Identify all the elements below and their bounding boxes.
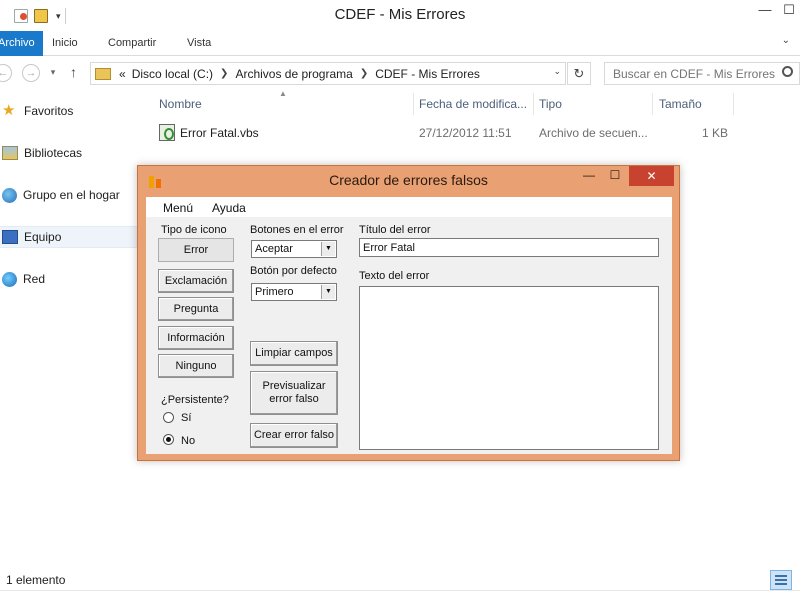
tab-share[interactable]: Compartir: [108, 31, 156, 56]
maximize-button[interactable]: ☐: [776, 0, 800, 22]
dialog-menu-bar: Menú Ayuda: [146, 197, 672, 217]
column-divider[interactable]: [413, 93, 414, 115]
persistent-no-label[interactable]: No: [181, 435, 195, 447]
details-view-icon[interactable]: [770, 570, 792, 590]
preview-line-2: error falso: [269, 393, 319, 405]
error-title-input[interactable]: [359, 238, 659, 257]
sort-ascending-icon: ▲: [279, 89, 287, 98]
folder-icon: [95, 67, 111, 80]
icon-error-button[interactable]: Error: [158, 238, 234, 262]
breadcrumb-disk[interactable]: Disco local (C:): [132, 67, 213, 81]
chevron-right-icon[interactable]: ❯: [360, 68, 368, 79]
search-input[interactable]: [604, 62, 800, 85]
icon-exclamation-button[interactable]: Exclamación: [158, 269, 234, 293]
back-icon[interactable]: ←: [0, 64, 12, 82]
file-date: 27/12/2012 11:51: [419, 126, 512, 140]
error-text-textarea[interactable]: [359, 286, 659, 450]
icon-question-button[interactable]: Pregunta: [158, 297, 234, 321]
persistent-yes-label[interactable]: Sí: [181, 412, 191, 424]
buttons-in-error-value: Aceptar: [255, 243, 293, 255]
breadcrumb-program-files[interactable]: Archivos de programa: [235, 67, 352, 81]
window-bottom-edge: [0, 590, 800, 600]
up-arrow-icon[interactable]: ↑: [70, 64, 77, 80]
column-divider[interactable]: [652, 93, 653, 115]
sidebar-item-label: Grupo en el hogar: [23, 188, 120, 202]
persistent-yes-radio[interactable]: [163, 412, 174, 423]
menu-help[interactable]: Ayuda: [212, 201, 246, 215]
sidebar-item-homegroup[interactable]: Grupo en el hogar: [0, 184, 140, 206]
refresh-icon[interactable]: ↻: [567, 62, 591, 85]
error-text-label: Texto del error: [359, 270, 430, 282]
dialog-minimize-button[interactable]: —: [576, 166, 602, 186]
create-fake-error-button[interactable]: Crear error falso: [250, 423, 338, 448]
column-divider[interactable]: [533, 93, 534, 115]
file-name[interactable]: Error Fatal.vbs: [180, 126, 259, 140]
dialog-maximize-button[interactable]: ☐: [602, 166, 628, 186]
fake-error-creator-window: Creador de errores falsos — ☐ ✕ Menú Ayu…: [137, 165, 680, 461]
window-title: CDEF - Mis Errores: [334, 6, 466, 23]
homegroup-icon: [2, 187, 17, 203]
default-button-value: Primero: [255, 286, 294, 298]
network-icon: [2, 271, 17, 287]
search-icon[interactable]: [782, 66, 793, 77]
chevron-down-icon[interactable]: ▼: [321, 242, 335, 256]
persistent-label: ¿Persistente?: [161, 394, 229, 406]
dialog-client-area: Menú Ayuda Tipo de icono Error Exclamaci…: [146, 197, 672, 454]
status-item-count: 1 elemento: [6, 573, 66, 587]
column-header-type[interactable]: Tipo: [539, 97, 562, 111]
computer-icon: [2, 230, 18, 244]
column-header-date[interactable]: Fecha de modifica...: [419, 97, 527, 111]
breadcrumb-current-folder[interactable]: CDEF - Mis Errores: [375, 67, 480, 81]
star-icon: ★: [2, 102, 16, 119]
file-type: Archivo de secuen...: [539, 126, 648, 140]
sidebar-item-label: Equipo: [24, 230, 62, 244]
column-header-size[interactable]: Tamaño: [659, 97, 702, 111]
explorer-title-bar: ▾ CDEF - Mis Errores — ☐: [0, 0, 800, 31]
error-title-label: Título del error: [359, 224, 431, 236]
column-header-name[interactable]: Nombre: [159, 97, 202, 111]
preview-line-1: Previsualizar: [262, 380, 326, 392]
icon-type-label: Tipo de icono: [161, 224, 227, 236]
chevron-down-icon[interactable]: ▼: [321, 285, 335, 299]
sidebar-item-libraries[interactable]: Bibliotecas: [0, 142, 140, 164]
default-button-select[interactable]: Primero ▼: [251, 283, 337, 301]
forward-icon[interactable]: →: [22, 64, 40, 82]
buttons-in-error-label: Botones en el error: [250, 224, 344, 236]
sidebar-item-label: Bibliotecas: [24, 146, 83, 160]
ribbon-tabs: Archivo Inicio Compartir Vista ⌄: [0, 31, 800, 56]
menu-menu[interactable]: Menú: [163, 201, 193, 215]
persistent-no-radio[interactable]: [163, 434, 174, 445]
preview-fake-error-button[interactable]: Previsualizar error falso: [250, 371, 338, 415]
recent-locations-icon[interactable]: ▾: [44, 64, 62, 82]
navigation-bar: ← → ▾ ↑ « Disco local (C:) ❯ Archivos de…: [0, 57, 800, 89]
tab-home[interactable]: Inicio: [52, 31, 78, 56]
sidebar-item-label: Favoritos: [24, 104, 74, 118]
libraries-icon: [2, 146, 18, 160]
breadcrumb-overflow[interactable]: «: [119, 67, 126, 81]
address-dropdown-icon[interactable]: ⌄: [553, 66, 561, 77]
sidebar-item-favorites[interactable]: ★ Favoritos: [0, 100, 140, 122]
icon-information-button[interactable]: Información: [158, 326, 234, 350]
tab-view[interactable]: Vista: [187, 31, 211, 56]
minimize-button[interactable]: —: [752, 0, 778, 22]
sidebar-item-computer[interactable]: Equipo: [0, 226, 140, 248]
clear-fields-button[interactable]: Limpiar campos: [250, 341, 338, 366]
icon-none-button[interactable]: Ninguno: [158, 354, 234, 378]
sidebar-item-label: Red: [23, 272, 46, 286]
buttons-in-error-select[interactable]: Aceptar ▼: [251, 240, 337, 258]
expand-ribbon-icon[interactable]: ⌄: [782, 35, 790, 46]
dialog-close-button[interactable]: ✕: [629, 166, 674, 186]
sidebar-item-network[interactable]: Red: [0, 268, 140, 290]
default-button-label: Botón por defecto: [250, 265, 337, 277]
column-divider[interactable]: [733, 93, 734, 115]
chevron-right-icon[interactable]: ❯: [220, 68, 228, 79]
vbs-script-icon: [159, 124, 175, 141]
address-bar[interactable]: « Disco local (C:) ❯ Archivos de program…: [90, 62, 566, 85]
file-size: 1 KB: [702, 126, 729, 140]
tab-file[interactable]: Archivo: [0, 31, 43, 56]
